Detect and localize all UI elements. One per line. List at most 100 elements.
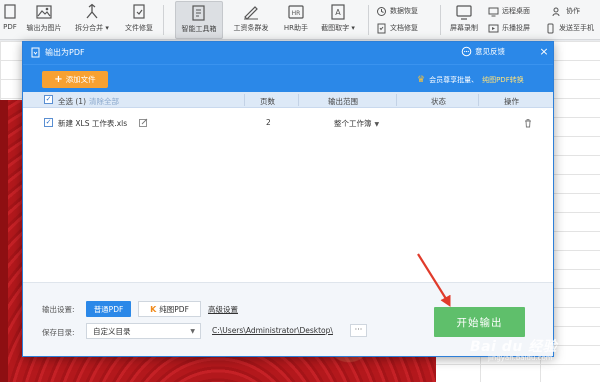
- ribbon-toolbar: PDF 输出为图片 拆分合并 ▾ 文件修复 智能工具箱 工资条群发 HR HR助…: [0, 0, 600, 40]
- data-recovery-button[interactable]: 数据恢复: [376, 4, 418, 18]
- output-settings-label: 输出设置:: [42, 305, 75, 314]
- smart-toolbox-icon: [192, 5, 205, 21]
- save-dir-value: 自定义目录: [93, 326, 131, 336]
- feedback-label: 意见反馈: [475, 47, 505, 56]
- column-separator: [298, 94, 299, 106]
- watermark-url: jingyan.baidu.com: [488, 354, 553, 362]
- hr-icon: HR: [288, 5, 304, 19]
- ribbon-separator: [368, 5, 369, 35]
- start-export-label: 开始输出: [456, 316, 503, 329]
- dialog-titlebar: 输出为PDF 意见反馈 ×: [23, 42, 553, 64]
- collab-label: 协作: [566, 7, 580, 15]
- add-files-label: 添加文件: [65, 75, 96, 84]
- export-image-label: 输出为图片: [26, 24, 62, 32]
- dialog-action-bar: + 添加文件 ♛ 会员尊享批量、 纯图PDF转换: [23, 64, 553, 92]
- ocr-icon: A: [331, 4, 345, 20]
- edit-icon[interactable]: [139, 118, 148, 127]
- trash-icon[interactable]: [523, 118, 533, 128]
- ocr-label: 截图取字 ▾: [321, 24, 355, 32]
- select-all-checkbox[interactable]: ✓: [44, 95, 53, 104]
- ribbon-separator: [163, 5, 164, 35]
- status-header: 状态: [431, 97, 446, 106]
- doc-repair-icon: [377, 23, 386, 33]
- browse-button[interactable]: ···: [350, 324, 367, 337]
- cast-button[interactable]: 乐播投屏: [488, 21, 530, 35]
- feedback-icon: [461, 46, 472, 57]
- ocr-button[interactable]: A 截图取字 ▾: [316, 1, 360, 39]
- pure-image-pdf-label: 纯图PDF: [159, 304, 189, 314]
- save-dir-select[interactable]: 自定义目录 ▼: [86, 323, 201, 339]
- save-dir-label: 保存目录:: [42, 328, 75, 337]
- pages-header: 页数: [260, 97, 275, 106]
- export-pdf-dialog: 输出为PDF 意见反馈 × + 添加文件 ♛ 会员尊享批量、 纯图PDF转换 ✓ …: [22, 41, 554, 357]
- row-checkbox[interactable]: ✓: [44, 118, 53, 127]
- remote-desktop-label: 远程桌面: [502, 7, 530, 15]
- cast-icon: [488, 24, 499, 32]
- normal-pdf-label: 普通PDF: [93, 304, 124, 314]
- export-pdf-label: PDF: [3, 23, 17, 31]
- range-select[interactable]: 整个工作簿 ▼: [334, 118, 379, 129]
- export-pdf-button[interactable]: PDF: [0, 1, 20, 39]
- send-to-phone-label: 发送至手机: [559, 24, 594, 32]
- split-merge-button[interactable]: 拆分合并 ▾: [70, 1, 114, 39]
- plus-icon: +: [54, 74, 63, 85]
- advanced-settings-link[interactable]: 高级设置: [208, 304, 238, 315]
- payslip-button[interactable]: 工资条群发: [228, 1, 274, 39]
- hr-assistant-label: HR助手: [283, 24, 309, 32]
- normal-pdf-button[interactable]: 普通PDF: [86, 301, 131, 317]
- watermark: Bai du 经验: [470, 339, 558, 355]
- close-button[interactable]: ×: [537, 45, 551, 59]
- screen-record-button[interactable]: 屏幕录制: [446, 1, 482, 39]
- image-border: [0, 100, 8, 382]
- export-image-button[interactable]: 输出为图片: [24, 1, 64, 39]
- start-export-button[interactable]: 开始输出: [434, 307, 525, 337]
- crown-icon: ♛: [417, 75, 426, 85]
- select-all-label[interactable]: 全选 (1) 清除全部: [58, 96, 119, 107]
- select-all-text: 全选 (1): [58, 97, 87, 106]
- collab-button[interactable]: 协作: [552, 4, 580, 18]
- data-recovery-label: 数据恢复: [390, 7, 418, 15]
- file-repair-label: 文件修复: [125, 24, 153, 32]
- table-row[interactable]: ✓ 新建 XLS 工作表.xls 2 整个工作簿 ▼: [23, 114, 553, 132]
- doc-repair-button[interactable]: 文档修复: [376, 21, 418, 35]
- pure-image-pdf-button[interactable]: K 纯图PDF: [138, 301, 201, 317]
- vip-link[interactable]: 纯图PDF转换: [482, 75, 524, 85]
- clear-all-link[interactable]: 清除全部: [89, 97, 119, 106]
- screen-record-icon: [456, 5, 472, 20]
- feedback-link[interactable]: 意见反馈: [461, 46, 505, 57]
- action-header: 操作: [504, 97, 519, 106]
- file-repair-button[interactable]: 文件修复: [120, 1, 158, 39]
- hr-assistant-button[interactable]: HR HR助手: [278, 1, 314, 39]
- screen-record-label: 屏幕录制: [450, 24, 478, 32]
- column-separator: [478, 94, 479, 106]
- range-value: 整个工作簿: [334, 119, 372, 128]
- phone-icon: [547, 23, 554, 33]
- vip-notice: ♛ 会员尊享批量、 纯图PDF转换: [417, 75, 524, 85]
- file-pages: 2: [266, 118, 271, 127]
- image-export-icon: [36, 5, 52, 19]
- remote-desktop-button[interactable]: 远程桌面: [488, 4, 530, 18]
- column-separator: [396, 94, 397, 106]
- dialog-title: 输出为PDF: [45, 48, 85, 57]
- vip-text: 会员尊享批量、: [429, 76, 479, 84]
- range-header: 输出范围: [328, 97, 358, 106]
- smart-toolbox-label: 智能工具箱: [181, 25, 217, 33]
- vip-k-icon: K: [150, 304, 157, 314]
- data-recovery-icon: [377, 6, 386, 16]
- split-merge-label: 拆分合并 ▾: [75, 24, 109, 32]
- ribbon-separator: [440, 5, 441, 35]
- file-table-header: ✓ 全选 (1) 清除全部 页数 输出范围 状态 操作: [23, 92, 553, 108]
- file-name: 新建 XLS 工作表.xls: [58, 119, 128, 128]
- payslip-label: 工资条群发: [233, 24, 269, 32]
- save-path[interactable]: C:\Users\Administrator\Desktop\: [212, 326, 333, 335]
- pdf-export-icon: [31, 47, 40, 58]
- svg-text:A: A: [335, 8, 341, 17]
- add-files-button[interactable]: + 添加文件: [42, 71, 108, 88]
- send-to-phone-button[interactable]: 发送至手机: [545, 21, 594, 35]
- svg-text:HR: HR: [292, 10, 301, 17]
- doc-repair-label: 文档修复: [390, 24, 418, 32]
- split-merge-icon: [86, 3, 98, 19]
- smart-toolbox-button[interactable]: 智能工具箱: [175, 1, 223, 39]
- pdf-icon: [4, 4, 16, 19]
- file-repair-icon: [133, 4, 145, 19]
